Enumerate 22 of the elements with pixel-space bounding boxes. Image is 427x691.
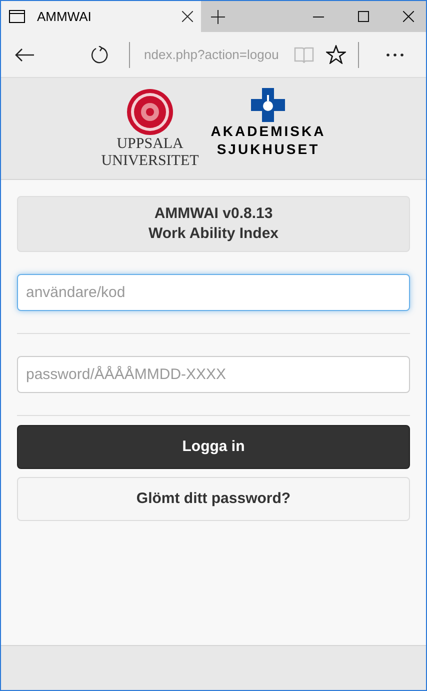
login-button[interactable]: Logga in bbox=[17, 425, 410, 469]
forgot-password-button[interactable]: Glömt ditt password? bbox=[17, 477, 410, 521]
close-icon[interactable] bbox=[403, 11, 414, 22]
tab-title: AMMWAI bbox=[37, 8, 92, 26]
new-tab-icon[interactable] bbox=[211, 10, 225, 24]
browser-tab[interactable]: AMMWAI bbox=[1, 1, 201, 32]
app-title: AMMWAI v0.8.13 bbox=[154, 204, 273, 224]
window-icon bbox=[9, 10, 25, 23]
more-icon[interactable] bbox=[386, 52, 404, 56]
hospital-name: SJUKHUSET bbox=[216, 140, 320, 158]
close-tab-icon[interactable] bbox=[182, 11, 193, 22]
input-field[interactable]: användare/kod bbox=[17, 274, 410, 311]
star-icon[interactable] bbox=[326, 45, 346, 64]
input-field[interactable]: password/ÅÅÅÅMMDD-XXXX bbox=[17, 356, 410, 393]
hospital-name: AKADEMISKA bbox=[210, 122, 326, 140]
university-name: UPPSALA bbox=[116, 136, 184, 152]
refresh-icon[interactable] bbox=[91, 46, 109, 64]
cross-icon bbox=[251, 88, 286, 122]
maximize-icon[interactable] bbox=[358, 11, 369, 22]
university-name: UNIVERSITET bbox=[101, 152, 199, 170]
app-subtitle: Work Ability Index bbox=[148, 224, 279, 244]
back-arrow-icon[interactable] bbox=[15, 48, 35, 62]
